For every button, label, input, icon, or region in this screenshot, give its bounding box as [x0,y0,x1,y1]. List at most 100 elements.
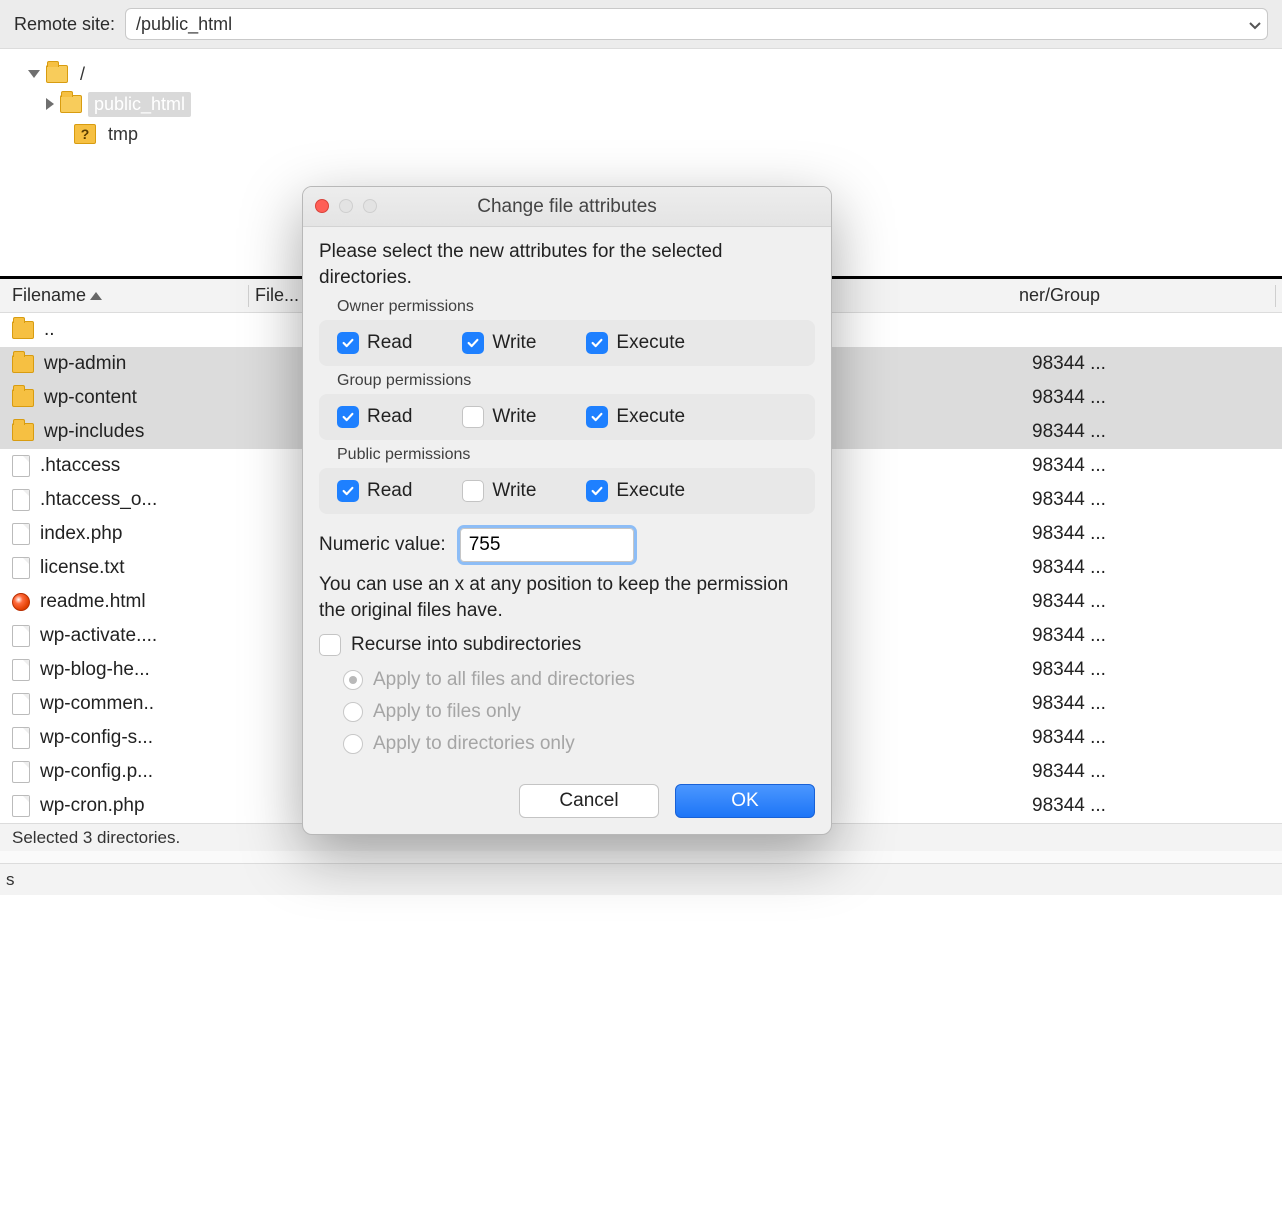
write-label: Write [492,332,536,354]
group-permissions-group: Read Write Execute [319,394,815,440]
owner-read-checkbox[interactable] [337,332,359,354]
file-owner: 98344 ... [1032,455,1282,477]
file-name: wp-cron.php [40,795,145,817]
file-name: wp-config-s... [40,727,153,749]
file-name: wp-content [44,387,137,409]
recurse-label: Recurse into subdirectories [351,634,581,656]
file-name: wp-blog-he... [40,659,150,681]
group-execute-checkbox[interactable] [586,406,608,428]
folder-icon [46,65,68,83]
file-icon [12,455,30,477]
public-permissions-group: Read Write Execute [319,468,815,514]
close-icon[interactable] [315,199,329,213]
file-icon [12,659,30,681]
execute-label: Execute [616,406,685,428]
remote-path-combo[interactable] [125,8,1268,40]
group-write-checkbox[interactable] [462,406,484,428]
radio-apply-files-label: Apply to files only [373,701,521,723]
file-attributes-dialog: Change file attributes Please select the… [302,186,832,835]
file-icon [12,625,30,647]
numeric-value-label: Numeric value: [319,534,446,556]
write-label: Write [492,406,536,428]
execute-label: Execute [616,332,685,354]
dialog-titlebar[interactable]: Change file attributes [303,187,831,227]
remote-path-input[interactable] [126,10,1243,39]
public-read-checkbox[interactable] [337,480,359,502]
file-owner: 98344 ... [1032,761,1282,783]
file-name: license.txt [40,557,124,579]
file-name: wp-config.p... [40,761,153,783]
file-name: .htaccess_o... [40,489,157,511]
public-execute-checkbox[interactable] [586,480,608,502]
public-permissions-label: Public permissions [337,446,815,464]
column-divider[interactable] [248,285,249,307]
tree-label: tmp [102,122,144,147]
chevron-down-icon[interactable] [1243,14,1267,35]
col-filename[interactable]: Filename [12,285,86,306]
read-label: Read [367,406,412,428]
file-owner: 98344 ... [1032,591,1282,613]
radio-apply-all-label: Apply to all files and directories [373,669,635,691]
radio-apply-dirs-label: Apply to directories only [373,733,575,755]
numeric-hint: You can use an x at any position to keep… [319,572,815,623]
file-icon [12,727,30,749]
file-icon [12,693,30,715]
file-icon [12,761,30,783]
write-label: Write [492,480,536,502]
file-owner: 98344 ... [1032,659,1282,681]
tree-row-tmp[interactable]: ? tmp [18,119,1264,149]
file-icon [12,523,30,545]
file-icon [12,557,30,579]
folder-icon [12,355,34,373]
file-name: readme.html [40,591,146,613]
radio-apply-dirs [343,734,363,754]
owner-write-checkbox[interactable] [462,332,484,354]
folder-icon [12,423,34,441]
unknown-folder-icon: ? [74,124,96,144]
group-read-checkbox[interactable] [337,406,359,428]
group-permissions-label: Group permissions [337,372,815,390]
file-owner: 98344 ... [1032,557,1282,579]
file-name: wp-activate.... [40,625,157,647]
folder-icon [60,95,82,113]
column-divider[interactable] [1275,285,1276,307]
read-label: Read [367,480,412,502]
file-owner: 98344 ... [1032,489,1282,511]
file-owner: 98344 ... [1032,387,1282,409]
radio-apply-all [343,670,363,690]
cancel-button[interactable]: Cancel [519,784,659,818]
tree-label: public_html [88,92,191,117]
folder-icon [12,389,34,407]
owner-execute-checkbox[interactable] [586,332,608,354]
radio-apply-files [343,702,363,722]
file-icon [12,795,30,817]
disclosure-right-icon[interactable] [46,98,54,110]
read-label: Read [367,332,412,354]
public-write-checkbox[interactable] [462,480,484,502]
recurse-checkbox[interactable] [319,634,341,656]
sort-ascending-icon[interactable] [90,292,102,300]
remote-site-label: Remote site: [14,14,115,35]
file-icon [12,489,30,511]
file-owner: 98344 ... [1032,523,1282,545]
dialog-title: Change file attributes [477,196,657,218]
tree-label: / [74,62,91,87]
file-name: wp-commen.. [40,693,154,715]
file-owner: 98344 ... [1032,727,1282,749]
minimize-icon [339,199,353,213]
col-owner-group[interactable]: ner/Group [1019,285,1269,306]
owner-permissions-group: Read Write Execute [319,320,815,366]
file-owner: 98344 ... [1032,625,1282,647]
folder-icon [12,321,34,339]
html-file-icon [12,593,30,611]
file-name: wp-includes [44,421,144,443]
tree-row-public-html[interactable]: public_html [18,89,1264,119]
execute-label: Execute [616,480,685,502]
file-name: wp-admin [44,353,126,375]
ok-button[interactable]: OK [675,784,815,818]
owner-permissions-label: Owner permissions [337,298,815,316]
file-owner: 98344 ... [1032,421,1282,443]
numeric-value-input[interactable] [460,528,634,562]
tree-row-root[interactable]: / [18,59,1264,89]
disclosure-down-icon[interactable] [28,70,40,78]
